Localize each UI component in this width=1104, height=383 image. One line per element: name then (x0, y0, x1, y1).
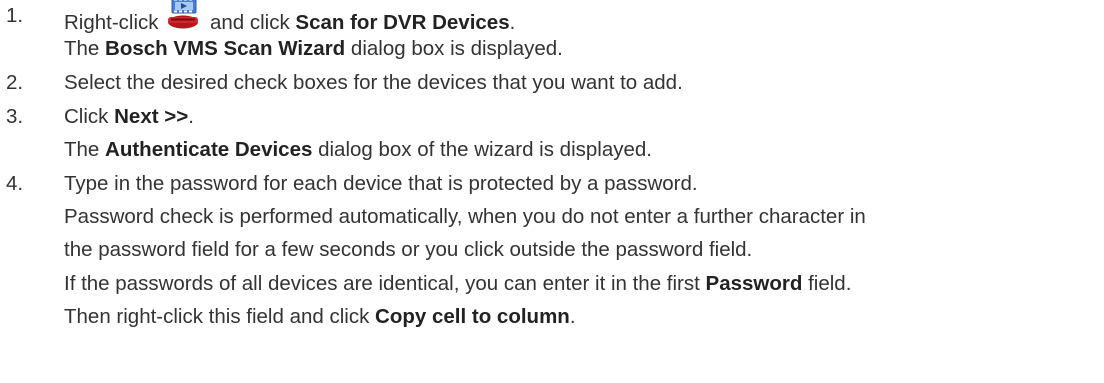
step-3-line-2: The Authenticate Devices dialog box of t… (64, 138, 652, 161)
step-number: 4. (6, 172, 24, 195)
step-4-line-2: Password check is performed automaticall… (64, 205, 866, 228)
step-4-line-1: Type in the password for each device tha… (64, 172, 698, 195)
step-3-line-1: Click Next >>. (64, 105, 194, 128)
step-2-line-1: Select the desired check boxes for the d… (64, 71, 683, 94)
step-4-line-4: If the passwords of all devices are iden… (64, 272, 852, 295)
step-number: 2. (6, 71, 24, 94)
step-number: 3. (6, 105, 24, 128)
step-4-line-5: Then right-click this field and click Co… (64, 305, 576, 328)
dvr-device-icon[interactable] (166, 0, 202, 35)
step-4-line-3: the password field for a few seconds or … (64, 238, 753, 261)
step-1-line-1: Right-click and click Scan for DVR Devic… (64, 0, 515, 34)
step-1-line-2: The Bosch VMS Scan Wizard dialog box is … (64, 37, 563, 60)
instruction-steps: 1. Right-click and click Scan for DVR De… (0, 0, 1104, 383)
step-number: 1. (6, 4, 24, 27)
